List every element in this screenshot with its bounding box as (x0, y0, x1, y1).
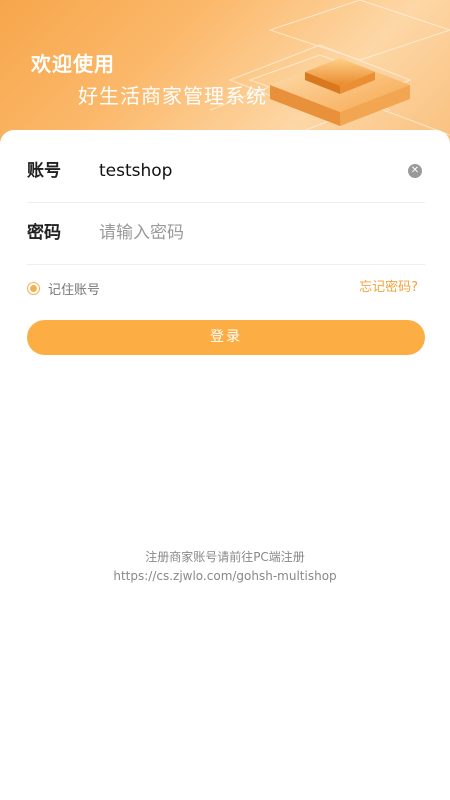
register-hint: 注册商家账号请前往PC端注册 (145, 550, 305, 564)
account-row: 账号 ✕ (27, 140, 425, 203)
header-banner: 欢迎使用 好生活商家管理系统 (0, 0, 450, 150)
forgot-password-link[interactable]: 忘记密码? (359, 278, 418, 298)
remember-account-label: 记住账号 (48, 282, 101, 298)
system-name: 好生活商家管理系统 (78, 84, 267, 108)
account-label: 账号 (27, 161, 61, 181)
password-row: 密码 (27, 202, 425, 265)
login-card: 账号 ✕ 密码 记住账号 忘记密码? 登录 (0, 130, 450, 800)
register-url: https://cs.zjwlo.com/gohsh-multishop (113, 569, 337, 583)
welcome-title: 欢迎使用 (31, 52, 115, 76)
clear-icon[interactable]: ✕ (408, 164, 422, 178)
footer-note: 注册商家账号请前往PC端注册 https://cs.zjwlo.com/gohs… (0, 548, 450, 586)
account-input[interactable] (99, 140, 389, 202)
login-button[interactable]: 登录 (27, 320, 425, 355)
platform-illustration (210, 0, 450, 141)
password-input[interactable] (99, 202, 389, 264)
password-label: 密码 (27, 223, 61, 243)
remember-account-checkbox[interactable]: 记住账号 (27, 278, 100, 298)
radio-checked-icon (27, 281, 40, 295)
